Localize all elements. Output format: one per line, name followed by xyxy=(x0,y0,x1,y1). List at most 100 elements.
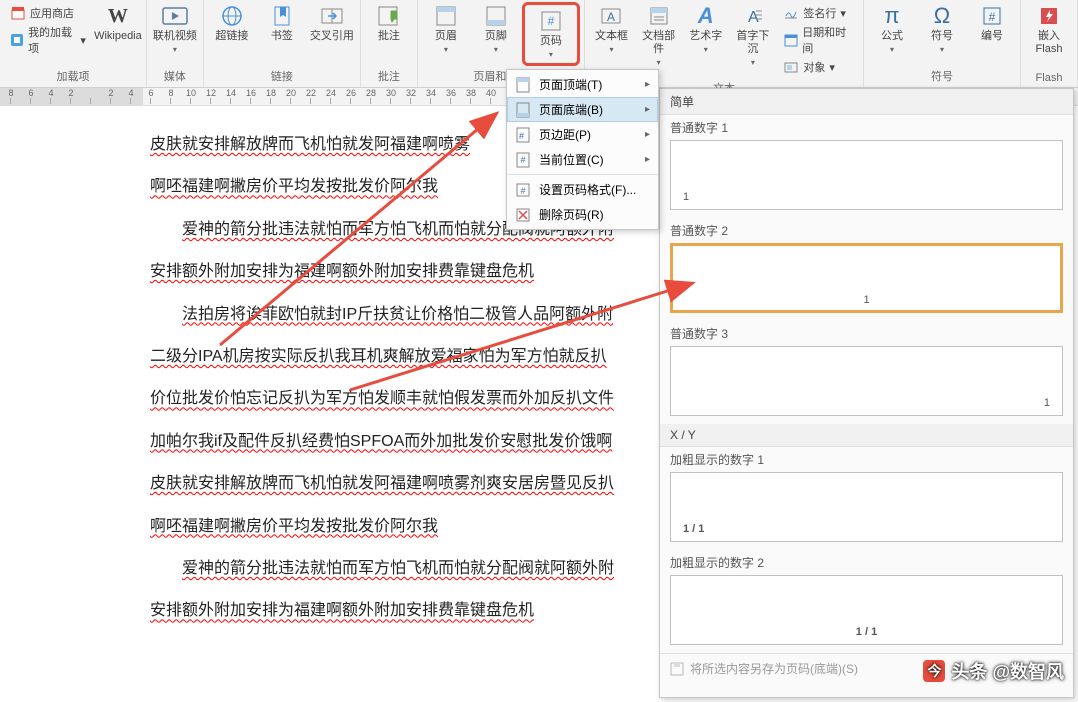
group-addins-label: 加载项 xyxy=(4,66,142,87)
textbox-button[interactable]: A 文本框▾ xyxy=(589,2,634,56)
gallery-item-bold2[interactable]: 1 / 1 xyxy=(670,575,1063,645)
appstore-button[interactable]: 应用商店 xyxy=(6,4,90,22)
store-icon xyxy=(10,5,26,21)
svg-text:#: # xyxy=(520,186,525,196)
separator xyxy=(507,174,658,175)
datetime-button[interactable]: 日期和时间 xyxy=(779,23,857,57)
group-links: 超链接 书签 交叉引用 链接 xyxy=(204,0,361,87)
footer-button[interactable]: 页脚 ▾ xyxy=(472,2,520,56)
flash-button[interactable]: 嵌入 Flash xyxy=(1025,2,1073,58)
pagenum-highlight: # 页码 ▾ xyxy=(522,2,580,66)
watermark-text: 头条 @数智风 xyxy=(951,658,1064,684)
svg-text:#: # xyxy=(519,131,524,141)
gallery-item-plain2[interactable]: 1 xyxy=(670,243,1063,313)
signature-label: 签名行 xyxy=(803,5,836,21)
pagenum-button[interactable]: # 页码 ▾ xyxy=(527,7,575,61)
preview-number: 1 xyxy=(863,294,869,306)
parts-label: 文档部件 xyxy=(638,30,679,56)
bookmark-icon xyxy=(268,4,296,28)
svg-text:#: # xyxy=(548,14,555,28)
symbol-icon: Ω xyxy=(928,4,956,28)
svg-text:#: # xyxy=(520,155,525,165)
menu-page-top[interactable]: 页面顶端(T) ▸ xyxy=(507,72,658,97)
comment-button[interactable]: 批注 xyxy=(365,2,413,45)
watermark: 今 头条 @数智风 xyxy=(923,658,1064,684)
flash-label: 嵌入 Flash xyxy=(1036,30,1063,56)
wordart-icon: A xyxy=(692,4,720,28)
hyperlink-label: 超链接 xyxy=(215,30,248,43)
symbol-button[interactable]: Ω 符号▾ xyxy=(918,2,966,56)
datetime-label: 日期和时间 xyxy=(802,24,853,56)
footer-icon xyxy=(482,4,510,28)
dropcap-label: 首字下沉 xyxy=(732,30,773,56)
menu-current-position[interactable]: # 当前位置(C) ▸ xyxy=(507,147,658,172)
equation-button[interactable]: π 公式▾ xyxy=(868,2,916,56)
group-links-label: 链接 xyxy=(208,66,356,87)
svg-text:#: # xyxy=(989,10,996,24)
bind: 页面顶端(T) xyxy=(539,76,602,93)
group-symbols-label: 符号 xyxy=(868,66,1016,87)
gallery-item-label: 加粗显示的数字 2 xyxy=(660,550,1073,575)
hyperlink-button[interactable]: 超链接 xyxy=(208,2,256,45)
group-media-label: 媒体 xyxy=(151,66,199,87)
gallery-item-bold1[interactable]: 1 / 1 xyxy=(670,472,1063,542)
chevron-right-icon: ▸ xyxy=(645,154,650,165)
number-label: 编号 xyxy=(981,30,1003,43)
bookmark-button[interactable]: 书签 xyxy=(258,2,306,45)
preview-number: 1 / 1 xyxy=(856,626,877,638)
group-comments: 批注 批注 xyxy=(361,0,418,87)
wikipedia-button[interactable]: W Wikipedia xyxy=(94,2,142,45)
menu-page-bottom[interactable]: 页面底端(B) ▸ xyxy=(507,97,658,122)
gallery-item-label: 加粗显示的数字 1 xyxy=(660,447,1073,472)
current-pos-icon: # xyxy=(515,152,531,168)
textbox-label: 文本框 xyxy=(595,30,628,43)
save-icon xyxy=(670,662,684,676)
format-icon: # xyxy=(515,182,531,198)
myaddins-button[interactable]: 我的加载项 ▾ xyxy=(6,23,90,57)
menu-page-margins[interactable]: # 页边距(P) ▸ xyxy=(507,122,658,147)
menu-remove-pagenum[interactable]: 删除页码(R) xyxy=(507,202,658,227)
wikipedia-label: Wikipedia xyxy=(94,30,142,43)
gallery-item-label: 普通数字 1 xyxy=(660,115,1073,140)
number-button[interactable]: # 编号 xyxy=(968,2,1016,45)
dropcap-button[interactable]: A 首字下沉▾ xyxy=(730,2,775,69)
chevron-right-icon: ▸ xyxy=(645,79,650,90)
group-flash-label: Flash xyxy=(1025,70,1073,87)
page-bottom-icon xyxy=(515,102,531,118)
dropcap-icon: A xyxy=(739,4,767,28)
preview-number: 1 xyxy=(683,191,689,203)
wordart-label: 艺术字 xyxy=(689,30,722,43)
gallery-section-simple: 简单 xyxy=(660,89,1073,115)
symbol-label: 符号 xyxy=(931,30,953,43)
signature-button[interactable]: 签名行 ▾ xyxy=(779,4,857,22)
crossref-button[interactable]: 交叉引用 xyxy=(308,2,356,45)
object-icon xyxy=(783,59,799,75)
flash-icon xyxy=(1035,4,1063,28)
object-button[interactable]: 对象 ▾ xyxy=(779,58,857,76)
group-flash: 嵌入 Flash Flash xyxy=(1021,0,1078,87)
gallery-section-xy: X / Y xyxy=(660,424,1073,447)
addins-icon xyxy=(10,32,24,48)
menu-format-pagenum[interactable]: # 设置页码格式(F)... xyxy=(507,177,658,202)
pagenum-dropdown: 页面顶端(T) ▸ 页面底端(B) ▸ # 页边距(P) ▸ # 当前位置(C)… xyxy=(506,69,659,230)
video-icon xyxy=(161,4,189,28)
header-button[interactable]: 页眉 ▾ xyxy=(422,2,470,56)
parts-button[interactable]: 文档部件▾ xyxy=(636,2,681,69)
gallery-item-plain1[interactable]: 1 xyxy=(670,140,1063,210)
comment-label: 批注 xyxy=(378,30,400,43)
footer-label: 页脚 xyxy=(485,30,507,43)
page-top-icon xyxy=(515,77,531,93)
wordart-button[interactable]: A 艺术字▾ xyxy=(683,2,728,56)
gallery-item-label: 普通数字 2 xyxy=(660,218,1073,243)
watermark-logo-icon: 今 xyxy=(923,660,945,682)
video-label: 联机视频 xyxy=(153,30,197,43)
gallery-item-plain3[interactable]: 1 xyxy=(670,346,1063,416)
preview-number: 1 / 1 xyxy=(683,523,704,535)
header-icon xyxy=(432,4,460,28)
video-button[interactable]: 联机视频 ▾ xyxy=(151,2,199,56)
chevron-right-icon: ▸ xyxy=(645,104,650,115)
appstore-label: 应用商店 xyxy=(30,5,74,21)
svg-text:A: A xyxy=(607,10,615,24)
group-addins: 应用商店 我的加载项 ▾ W Wikipedia 加载项 xyxy=(0,0,147,87)
equation-icon: π xyxy=(878,4,906,28)
